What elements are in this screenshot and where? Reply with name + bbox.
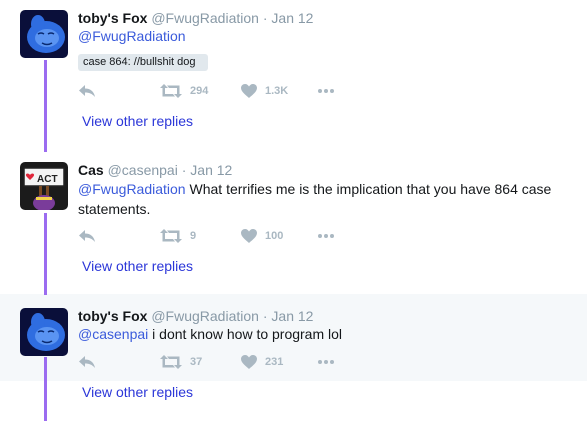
display-name[interactable]: toby's Fox [78,308,147,324]
reply-icon [79,356,95,368]
retweet-button[interactable]: 37 [160,352,202,372]
display-name[interactable]: Cas [78,162,104,178]
display-name[interactable]: toby's Fox [78,10,147,26]
tweet-text: @FwugRadiation [78,26,568,46]
user-handle[interactable]: @FwugRadiation [151,308,259,324]
more-button[interactable] [318,352,334,372]
tweet-date[interactable]: Jan 12 [190,162,232,178]
code-snippet: case 864: //bullshit dog [78,54,208,71]
heart-icon [241,84,257,98]
retweet-button[interactable]: 9 [160,226,196,246]
tweet[interactable]: toby's Fox @FwugRadiation · Jan 12 @case… [0,294,587,421]
view-other-replies-link[interactable]: View other replies [82,257,193,275]
blue-dog-avatar-icon [20,10,68,58]
reply-icon [79,230,95,242]
more-button[interactable] [318,81,334,101]
mention-link[interactable]: @FwugRadiation [78,28,186,44]
reply-button[interactable] [78,352,96,372]
mention-link[interactable]: @FwugRadiation [78,181,186,197]
avatar[interactable] [20,10,68,58]
blue-dog-avatar-icon [20,308,68,356]
tweet-header: toby's Fox @FwugRadiation · Jan 12 [78,9,313,27]
more-dots-icon [318,234,334,238]
more-button[interactable] [318,226,334,246]
reply-button[interactable] [78,81,96,101]
tweet-actions: 9 100 [78,226,378,246]
tweet-text: @FwugRadiation What terrifies me is the … [78,179,568,219]
view-other-replies-link[interactable]: View other replies [82,112,193,130]
heart-icon [241,229,257,243]
separator: · [181,162,187,178]
reply-button[interactable] [78,226,96,246]
more-dots-icon [318,360,334,364]
act-sign-text: ACT [37,174,58,185]
avatar[interactable]: ACT [20,162,68,210]
like-button[interactable]: 1.3K [241,81,288,101]
like-count: 100 [265,230,284,242]
retweet-icon [160,355,182,369]
more-dots-icon [318,89,334,93]
heart-icon [241,355,257,369]
tweet-date[interactable]: Jan 12 [271,10,313,26]
view-other-replies-link[interactable]: View other replies [82,383,193,401]
retweet-count: 294 [190,85,209,97]
tweet-actions: 37 231 [78,352,378,372]
user-handle[interactable]: @casenpai [108,162,178,178]
retweet-icon [160,84,182,98]
tweet-header: Cas @casenpai · Jan 12 [78,161,232,179]
tweet-actions: 294 1.3K [78,81,378,101]
user-handle[interactable]: @FwugRadiation [151,10,259,26]
tweet-date[interactable]: Jan 12 [271,308,313,324]
tweet[interactable]: toby's Fox @FwugRadiation · Jan 12 @Fwug… [0,0,587,150]
retweet-count: 9 [190,230,197,242]
mention-link[interactable]: @casenpai [78,326,148,342]
tweet[interactable]: ACT Cas @casenpai · Jan 12 @FwugRadiatio… [0,150,587,294]
avatar[interactable] [20,308,68,356]
tweet-text: @casenpai i dont know how to program lol [78,324,568,344]
separator: · [262,10,268,26]
retweet-icon [160,229,182,243]
like-button[interactable]: 100 [241,226,283,246]
like-count: 1.3K [265,85,289,97]
tweet-body-text: i dont know how to program lol [148,326,343,342]
separator: · [262,308,268,324]
retweet-count: 37 [190,356,203,368]
act-sign-avatar-icon: ACT [20,162,68,210]
tweet-header: toby's Fox @FwugRadiation · Jan 12 [78,307,313,325]
reply-icon [79,85,95,97]
like-button[interactable]: 231 [241,352,283,372]
retweet-button[interactable]: 294 [160,81,208,101]
like-count: 231 [265,356,284,368]
